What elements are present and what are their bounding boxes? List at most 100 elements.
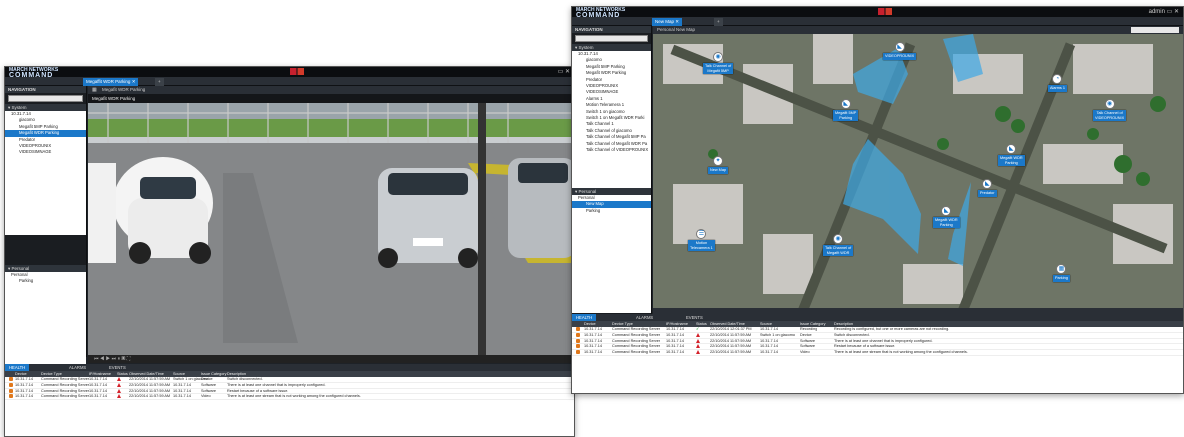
new-tab-button[interactable]: + [714,18,723,26]
breadcrumb-new-map[interactable]: New Map [676,27,695,32]
map-search-input[interactable] [1131,27,1179,33]
tree-item[interactable]: Parking [572,208,651,214]
marker-label: Motion Telecamera 1 [688,240,715,252]
tab-health[interactable]: HEALTH [572,314,597,321]
health-grid: Device Device Type IP/Hostname Status Observ… [5,371,574,436]
personal-tree: Personal New Map Parking [572,195,651,313]
tab-map[interactable]: New Map ✕ [652,18,683,26]
marker-label: Megafit WDR Parking [998,155,1025,167]
tab-alarms[interactable]: ALARMS [632,314,657,321]
search-input[interactable] [8,95,83,102]
tab-label: Megaffit WDR Parking [86,79,131,84]
tab-strip: Megaffit WDR Parking ✕ + [5,77,574,86]
map-marker[interactable]: ◔ Alarms 1 [1048,74,1067,92]
speaker-icon: ◉ [1104,99,1115,109]
window-controls[interactable]: ▭ ✕ [558,68,570,75]
map-marker[interactable]: ◣ VIDEOPROUNIX [883,42,917,60]
map-toolbar: Personal New Map [653,26,1183,34]
tab-alarms[interactable]: ALARMS [65,364,90,371]
tab-strip: New Map ✕ + [572,17,1183,26]
personal-section-header[interactable]: ▾ Personal [5,265,86,272]
tab-camera[interactable]: Megaffit WDR Parking ✕ [83,78,139,86]
system-section-header[interactable]: ▾ System [572,44,651,51]
tab-events[interactable]: EVENTS [682,314,707,321]
map-marker[interactable]: ◣ Megafit WDR Parking [998,144,1025,167]
parking-lot-image [88,103,574,355]
marker-label: Megafit 5MP Parking [833,110,859,122]
marker-label: Predator [978,190,997,197]
tab-events[interactable]: EVENTS [105,364,130,371]
view-toolbar: ▦ Megafit WDR Parking [88,86,574,94]
aerial-map-image [653,34,1183,314]
logo: MARCH NETWORKS COMMAND [576,8,625,20]
map-marker[interactable]: ◉ Talk Channel of Megafit WDR [823,234,854,257]
cell-type: Command Recording Server [41,394,90,399]
cell-cat: Video [201,394,211,399]
system-tree: 10.31.7.14 giacomo Megafit 5MP Parking Mega… [572,51,651,188]
speaker-icon: ◉ [833,234,844,244]
table-row[interactable]: 10.31.7.14 Command Recording Server 10.31.… [572,350,1183,356]
logo: MARCH NETWORKS COMMAND [9,68,58,80]
breadcrumb: Personal New Map [657,27,695,32]
new-tab-button[interactable]: + [155,78,164,86]
camera-feed[interactable] [88,103,574,355]
warning-icon [117,394,121,401]
personal-section-label: Personal [578,189,597,194]
cell-ip: 10.31.7.14 [89,394,107,399]
cell-desc: There is at least one stream that is not… [227,394,361,399]
map-marker[interactable]: ◣ Megafit WDR Parking [933,206,960,229]
personal-tree: Personal Parking [5,272,86,368]
tree-item[interactable]: VIDEOSIMNAGE [5,149,86,155]
nav-title: NAVIGATION [572,26,651,33]
recorder-icon [9,394,13,401]
personal-section-header[interactable]: ▾ Personal [572,188,651,195]
grid-icon: ▦ [1056,264,1067,274]
map-marker[interactable]: ◣ Predator [978,179,997,197]
map-marker[interactable]: ◉ Talk Channel of VIDEOPROUNIX [1093,99,1127,122]
map-canvas[interactable]: ◉ Talk Channel of Megafit 5MP ◣ VIDEOPROUNI… [653,34,1183,314]
breadcrumb-personal[interactable]: Personal [657,27,675,32]
window-controls[interactable]: admin ▭ ✕ [1149,8,1179,15]
navigation-panel: NAVIGATION ▾ System 10.31.7.14 giacomo Meg… [5,86,87,368]
map-marker[interactable]: ◉ Talk Channel of Megafit 5MP [703,52,734,75]
layout-icon[interactable]: ▦ [92,87,97,93]
view-breadcrumb: Megafit WDR Parking [102,87,146,92]
cell-time: 22/10/2014 11:57:59 AM [710,350,752,355]
map-marker[interactable]: ☰ Motion Telecamera 1 [688,229,715,252]
system-section-label: System [11,105,27,110]
camera-title: Megafit WDR Parking [92,96,136,101]
map-marker[interactable]: ✦ New Map [708,156,729,174]
map-marker[interactable]: ▦ Parking [1053,264,1070,282]
camera-view-window: MARCH NETWORKS COMMAND ▭ ✕ Megaffit WDR … [4,66,575,437]
cell-type: Command Recording Server [612,350,661,355]
cell-time: 22/10/2014 11:57:59 AM [129,394,171,399]
motion-icon: ☰ [696,229,707,239]
cell-source: 10.31.7.14 [760,350,778,355]
warning-icon [696,350,700,357]
marker-label: New Map [708,167,729,174]
tab-health[interactable]: HEALTH [5,364,30,371]
video-controls[interactable]: ⏮ ◀ ▶ ⏭ ⏸ ▣ ⛶ [88,355,574,363]
system-section-header[interactable]: ▾ System [5,104,86,111]
marker-label: VIDEOPROUNIX [883,53,917,60]
tree-item[interactable]: Talk Channel of VIDEOPROUNIX [572,147,651,153]
navigation-panel: NAVIGATION ▾ System 10.31.7.14 giacomo Meg… [572,26,652,314]
tree-item[interactable]: Parking [5,278,86,284]
table-row[interactable]: 10.31.7.14 Command Recording Server 10.31.… [5,394,574,401]
title-bar: MARCH NETWORKS COMMAND ▭ ✕ [5,67,574,80]
map-marker[interactable]: ◣ Megafit 5MP Parking [833,99,859,122]
cell-ip: 10.31.7.14 [666,350,684,355]
speaker-icon: ◉ [713,52,724,62]
camera-icon: ◣ [894,42,905,52]
map-icon: ✦ [713,156,724,166]
health-tabs: HEALTH ALARMS EVENTS [572,314,1183,321]
marker-label: Alarms 1 [1048,85,1067,92]
marker-label: Talk Channel of Megafit 5MP [703,63,734,75]
system-section-label: System [578,45,594,50]
camera-icon: ◣ [982,179,993,189]
camera-icon: ◣ [840,99,851,109]
search-input[interactable] [575,35,648,42]
health-grid: Device Device Type IP/Hostname Status Observ… [572,321,1183,393]
system-tree: 10.31.7.14 giacomo Megafit 5MP Parking Mega… [5,111,86,235]
health-tabs: HEALTH ALARMS EVENTS [5,364,574,371]
